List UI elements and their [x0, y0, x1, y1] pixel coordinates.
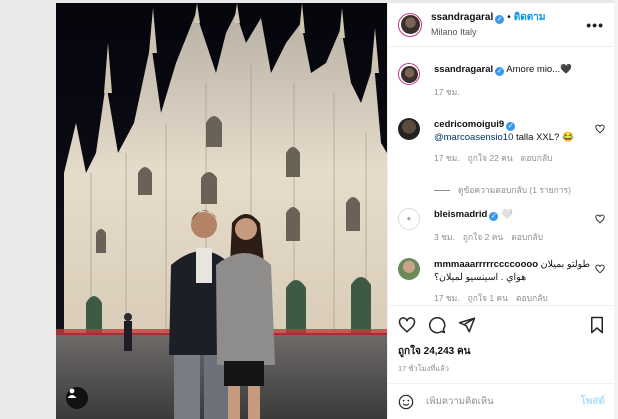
avatar[interactable]: ⚜	[398, 208, 420, 230]
comment-row: ⚜ bleismadrid ✓ 🤍 3 ชม. ถูกใจ 2 คน ตอบกลับ	[398, 208, 605, 244]
verified-icon: ✓	[489, 212, 499, 221]
comments-list[interactable]: ssandragaral ✓ Amore mio...🖤 17 ชม. cedri…	[388, 48, 615, 303]
comment-username[interactable]: mmmaaarrrrrccccoooo	[434, 259, 538, 270]
comment-likes[interactable]: ถูกใจ 2 คน	[463, 232, 503, 242]
verified-icon: ✓	[495, 67, 505, 76]
separator-dot: •	[507, 11, 511, 23]
comment-body: bleismadrid ✓ 🤍 3 ชม. ถูกใจ 2 คน ตอบกลับ	[434, 208, 605, 244]
reply-button[interactable]: ตอบกลับ	[511, 232, 543, 242]
comment-emoji: 🤍	[500, 209, 513, 220]
caption-emoji: 🖤	[560, 64, 572, 75]
caption-row: ssandragaral ✓ Amore mio...🖤 17 ชม.	[398, 63, 605, 99]
action-icons	[388, 306, 615, 344]
comment-likes[interactable]: ถูกใจ 1 คน	[468, 293, 508, 303]
verified-icon: ✓	[506, 122, 516, 131]
post-photo[interactable]	[56, 3, 387, 419]
caption-age[interactable]: 17 ชม.	[434, 87, 460, 97]
comment-row: mmmaaarrrrrccccoooo طولتو بميلان هواي . …	[398, 258, 605, 303]
comment-meta: 3 ชม. ถูกใจ 2 คน ตอบกลับ	[434, 231, 605, 244]
comment-meta: 17 ชม. ถูกใจ 1 คน ตอบกลับ	[434, 292, 605, 303]
comment-username[interactable]: cedricomoigui9	[434, 119, 504, 130]
comment-body: cedricomoigui9 ✓ @marcoasensio10 talla XX…	[434, 118, 605, 165]
comment-emoji: 😂	[561, 132, 574, 143]
comment-age[interactable]: 3 ชม.	[434, 232, 455, 242]
user-tag-icon[interactable]	[66, 387, 88, 409]
post-actions: ถูกใจ 24,243 คน 17 ชั่วโมงที่แล้ว	[388, 305, 615, 375]
comment-likes[interactable]: ถูกใจ 22 คน	[468, 153, 513, 163]
heart-icon[interactable]	[595, 214, 605, 227]
comment-age[interactable]: 17 ชม.	[434, 293, 460, 303]
comment-age[interactable]: 17 ชม.	[434, 153, 460, 163]
comment-body: mmmaaarrrrrccccoooo طولتو بميلان هواي . …	[434, 258, 605, 303]
avatar[interactable]	[398, 118, 420, 140]
emoji-icon[interactable]	[398, 394, 414, 410]
comment-username[interactable]: bleismadrid	[434, 209, 487, 220]
reply-button[interactable]: ตอบกลับ	[516, 293, 548, 303]
caption-meta: 17 ชม.	[434, 86, 605, 99]
add-comment-bar: โพสต์	[388, 383, 615, 419]
comment-icon[interactable]	[428, 316, 446, 334]
more-icon[interactable]: •••	[586, 17, 604, 33]
page: ssandragaral ✓ • ติดตาม Milano Italy ••• ss…	[0, 0, 618, 419]
view-replies[interactable]: ดูข้อความตอบกลับ (1 รายการ)	[434, 183, 571, 197]
comment-meta: 17 ชม. ถูกใจ 22 คน ตอบกลับ	[434, 152, 605, 165]
post-header-text: ssandragaral ✓ • ติดตาม Milano Italy	[431, 11, 586, 39]
caption-body: ssandragaral ✓ Amore mio...🖤 17 ชม.	[434, 63, 605, 99]
heart-icon[interactable]	[595, 124, 605, 137]
post-header: ssandragaral ✓ • ติดตาม Milano Italy •••	[388, 3, 614, 47]
post-comment-button[interactable]: โพสต์	[580, 394, 605, 409]
post-author-username[interactable]: ssandragaral	[431, 12, 493, 23]
avatar[interactable]	[398, 258, 420, 280]
heart-icon[interactable]	[595, 264, 605, 277]
avatar[interactable]	[398, 12, 422, 37]
comment-text: طولتو بميلان	[540, 259, 591, 270]
comment-input[interactable]	[426, 396, 581, 407]
caption-text: Amore mio...	[506, 64, 561, 75]
comment-row: cedricomoigui9 ✓ @marcoasensio10 talla XX…	[398, 118, 605, 165]
share-icon[interactable]	[458, 316, 476, 334]
bookmark-icon[interactable]	[589, 316, 605, 334]
post-modal: ssandragaral ✓ • ติดตาม Milano Italy ••• ss…	[56, 3, 615, 419]
heart-icon[interactable]	[398, 316, 416, 334]
comment-text: talla XXL?	[513, 132, 562, 143]
comment-text-line2: هواي . اسينسيو لميلان؟	[434, 272, 527, 283]
comment-mention[interactable]: @marcoasensio10	[434, 132, 513, 143]
photo-illustration	[56, 3, 387, 419]
view-replies-label[interactable]: ดูข้อความตอบกลับ (1 รายการ)	[458, 183, 571, 197]
posted-time: 17 ชั่วโมงที่แล้ว	[398, 364, 449, 373]
post-side-panel: ssandragaral ✓ • ติดตาม Milano Italy ••• ss…	[387, 3, 615, 419]
verified-icon: ✓	[495, 14, 505, 24]
caption-username[interactable]: ssandragaral	[434, 64, 493, 75]
follow-button[interactable]: ติดตาม	[514, 12, 546, 23]
likes-count[interactable]: ถูกใจ 24,243 คน	[388, 344, 615, 359]
avatar[interactable]	[398, 63, 420, 85]
reply-button[interactable]: ตอบกลับ	[521, 153, 553, 163]
post-location[interactable]: Milano Italy	[431, 25, 586, 39]
